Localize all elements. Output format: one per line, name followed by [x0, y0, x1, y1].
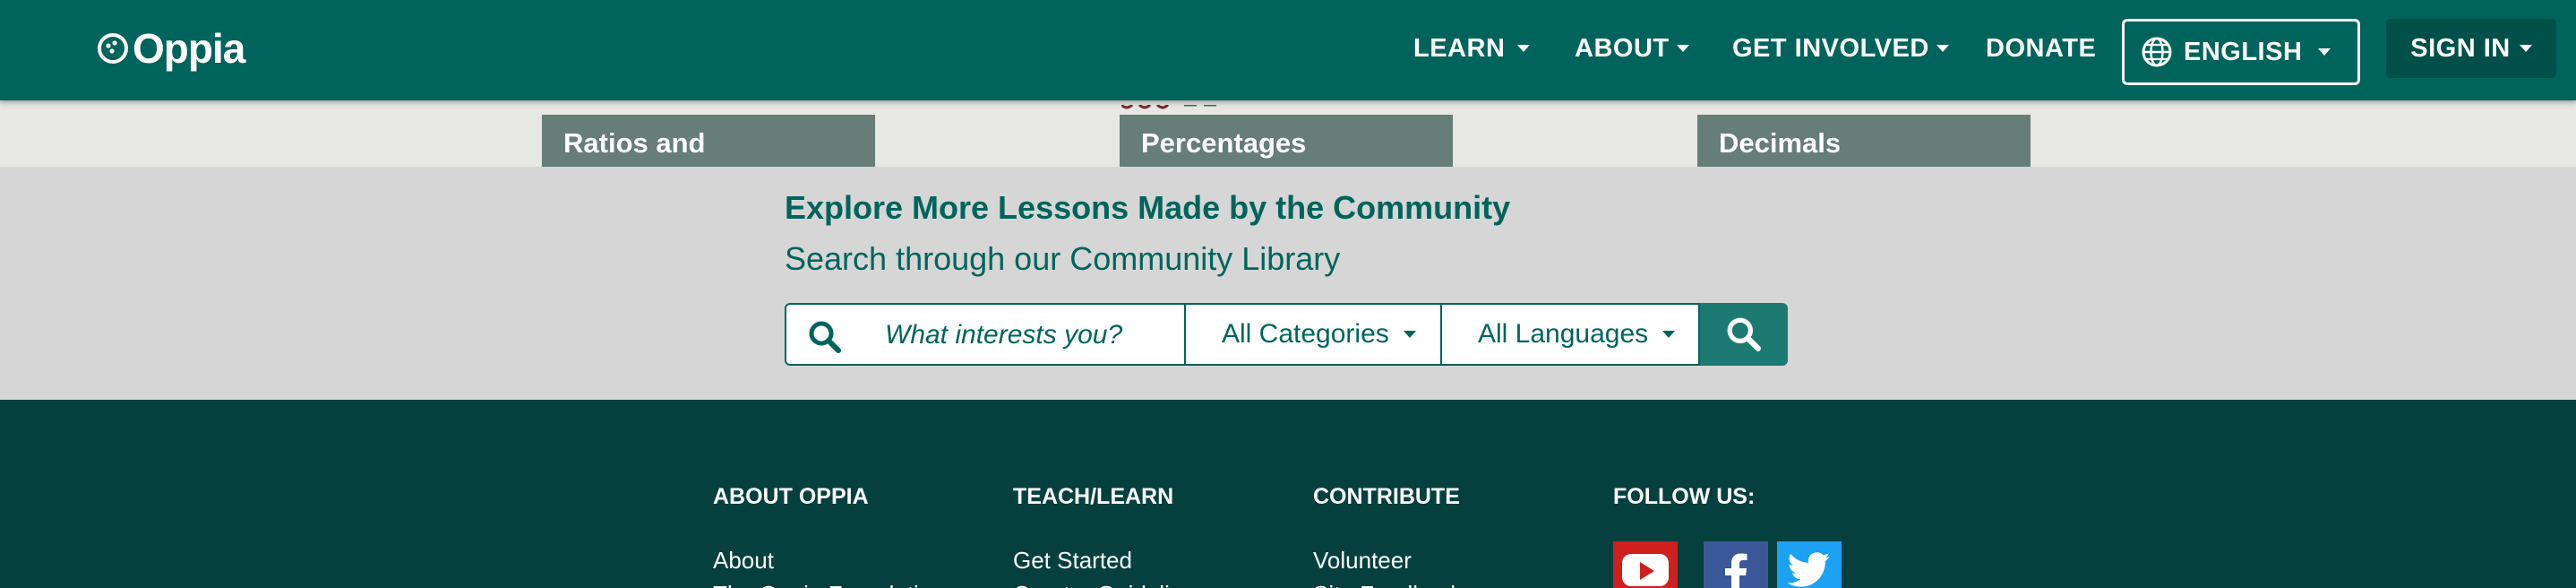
nav-learn-label: LEARN [1413, 33, 1506, 63]
sign-in-label: SIGN IN [2410, 33, 2511, 63]
community-subheading: Search through our Community Library [785, 240, 1341, 277]
twitter-link[interactable] [1777, 541, 1842, 588]
nav-get-involved[interactable]: GET INVOLVED [1732, 30, 1949, 66]
language-select[interactable]: All Languages [1442, 303, 1700, 366]
chevron-down-icon [2318, 48, 2331, 56]
nav-get-involved-label: GET INVOLVED [1732, 33, 1929, 63]
chevron-down-icon [1936, 45, 1949, 52]
lesson-card-decimals[interactable]: Decimals [1697, 115, 2031, 167]
oppia-logo[interactable]: Oppia [97, 22, 245, 75]
language-select-label: All Languages [1478, 319, 1649, 349]
nav-learn[interactable]: LEARN [1413, 30, 1531, 66]
footer-link-site-feedback[interactable]: Site Feedback [1313, 581, 1462, 588]
community-heading: Explore More Lessons Made by the Communi… [785, 189, 1511, 226]
oppia-logo-icon [98, 33, 128, 64]
nav-donate-label: DONATE [1986, 33, 2097, 63]
chevron-down-icon [2519, 45, 2532, 52]
lesson-card-title: Decimals [1719, 127, 1842, 159]
chevron-down-icon [1517, 45, 1531, 52]
search-input-container[interactable] [785, 303, 1186, 366]
youtube-link[interactable] [1613, 541, 1678, 588]
logo-text: Oppia [133, 25, 245, 72]
search-input[interactable] [885, 317, 1172, 353]
sign-in-button[interactable]: SIGN IN [2386, 19, 2556, 78]
nav-donate[interactable]: DONATE [1986, 30, 2096, 66]
search-icon [809, 321, 841, 353]
footer-link-about[interactable]: About [713, 547, 774, 575]
nav-about-label: ABOUT [1575, 33, 1670, 63]
footer-heading-follow: FOLLOW US: [1613, 484, 1756, 509]
footer-heading-about: ABOUT OPPIA [713, 484, 869, 509]
lesson-card-title: Ratios and [563, 127, 706, 159]
chevron-down-icon [1676, 45, 1689, 52]
facebook-icon [1725, 553, 1747, 588]
youtube-icon [1622, 554, 1669, 586]
lesson-card-ratios[interactable]: Ratios and [542, 115, 875, 167]
language-selector-button[interactable]: ENGLISH [2122, 19, 2360, 85]
category-select[interactable]: All Categories [1186, 303, 1442, 366]
lesson-card-percentages[interactable]: Percentages [1120, 115, 1453, 167]
footer-link-volunteer[interactable]: Volunteer [1313, 547, 1412, 575]
footer-link-creator-guidelines[interactable]: Creator Guidelines [1013, 581, 1207, 588]
footer-link-foundation[interactable]: The Oppia Foundation [713, 581, 945, 588]
globe-icon [2142, 37, 2172, 67]
facebook-link[interactable] [1704, 541, 1768, 588]
language-label: ENGLISH [2184, 37, 2303, 66]
category-select-label: All Categories [1222, 319, 1389, 349]
chevron-down-icon [1662, 331, 1676, 338]
top-navbar: Oppia LEARN ABOUT GET INVOLVED DONATE EN… [0, 0, 2576, 100]
site-footer [0, 400, 2576, 588]
footer-heading-teach: TEACH/LEARN [1013, 484, 1174, 509]
search-submit-button[interactable] [1700, 303, 1788, 366]
twitter-icon [1788, 552, 1831, 587]
lesson-card-title: Percentages [1141, 127, 1307, 159]
search-icon [1727, 317, 1761, 351]
footer-heading-contribute: CONTRIBUTE [1313, 484, 1460, 509]
chevron-down-icon [1403, 331, 1416, 338]
nav-about[interactable]: ABOUT [1575, 30, 1689, 66]
community-search-bar: All Categories All Languages [785, 303, 1788, 366]
footer-link-get-started[interactable]: Get Started [1013, 547, 1132, 575]
